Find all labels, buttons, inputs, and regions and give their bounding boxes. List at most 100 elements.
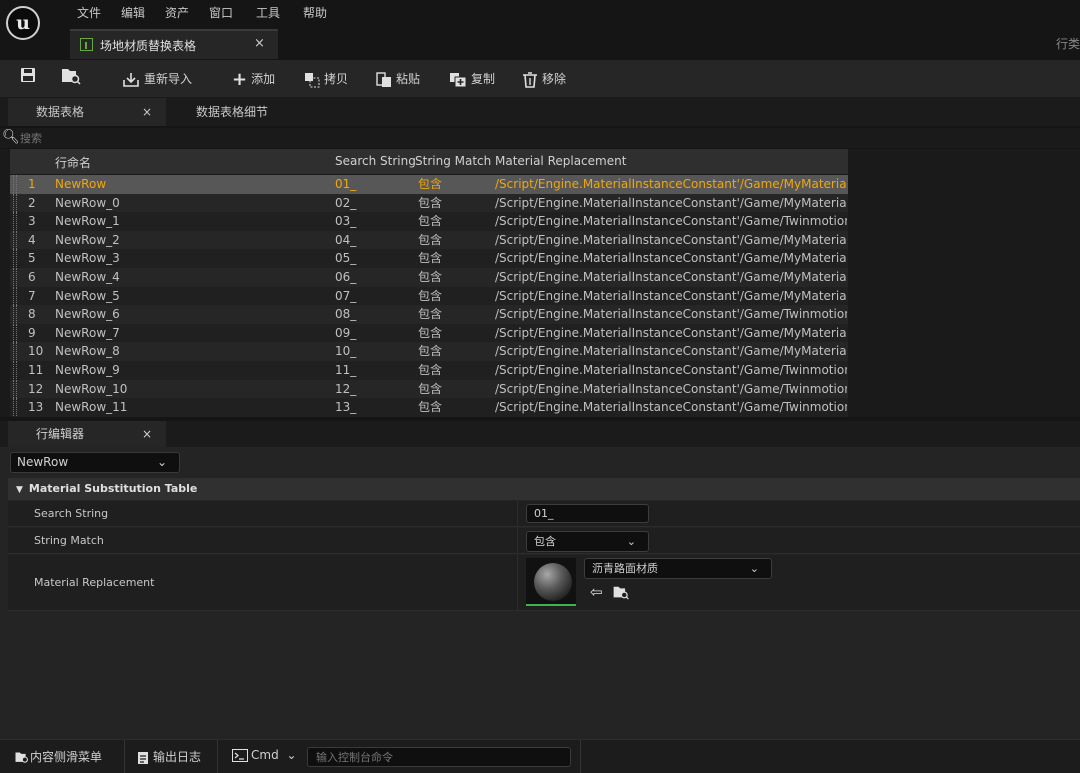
search-string-cell: 12_	[335, 381, 357, 396]
document-tab-label: 场地材质替换表格	[100, 39, 197, 53]
material-asset-picker[interactable]: 沥青路面材质 ⌄	[584, 558, 772, 579]
material-thumbnail[interactable]	[526, 558, 576, 606]
drag-handle-icon[interactable]	[13, 379, 17, 398]
table-row[interactable]: 12 NewRow_10 12_ 包含/Script/Engine.MaterialI…	[10, 379, 848, 399]
drag-handle-icon[interactable]	[13, 323, 17, 342]
col-string-match[interactable]: String Match	[415, 154, 491, 168]
paste-button[interactable]: 粘贴	[376, 68, 420, 90]
drag-handle-icon[interactable]	[13, 342, 17, 361]
divider	[580, 740, 581, 773]
table-row[interactable]: 13 NewRow_11 13_ 包含/Script/Engine.MaterialI…	[10, 398, 848, 417]
content-drawer-label: 内容侧滑菜单	[30, 750, 103, 764]
material-cell: /Script/Engine.MaterialInstanceConstant'…	[495, 195, 847, 210]
copy-button[interactable]: 拷贝	[304, 68, 348, 90]
add-button[interactable]: + 添加	[232, 68, 275, 90]
copy-label: 拷贝	[324, 72, 349, 86]
drag-handle-icon[interactable]	[13, 361, 17, 379]
row-name-cell: NewRow_4	[55, 270, 120, 284]
unreal-logo-icon[interactable]: u	[6, 6, 40, 40]
string-match-label: String Match	[34, 534, 104, 547]
duplicate-button[interactable]: 复制	[449, 68, 495, 90]
table-row[interactable]: 2 NewRow_0 02_ 包含/Script/Engine.MaterialIns…	[10, 193, 848, 213]
title-bar: u 文件 编辑 资产 窗口 工具 帮助 场地材质替换表格 × 行类	[0, 0, 1080, 60]
material-cell: /Script/Engine.MaterialInstanceConstant'…	[495, 344, 847, 359]
tab-data-table-details[interactable]: 数据表格细节	[168, 98, 298, 126]
browse-folder-icon[interactable]	[612, 585, 630, 600]
material-cell: /Script/Engine.MaterialInstanceConstant'…	[495, 232, 847, 247]
tab-data-table[interactable]: 数据表格 ×	[8, 98, 166, 126]
drag-handle-icon[interactable]	[13, 175, 17, 193]
close-icon[interactable]: ×	[142, 421, 152, 447]
row-number: 6	[28, 270, 36, 284]
reimport-label: 重新导入	[144, 72, 193, 86]
data-table-icon	[80, 38, 93, 51]
string-match-cell: 包含	[418, 177, 443, 191]
browse-asset-button[interactable]	[60, 67, 82, 89]
row-name-cell: NewRow_8	[55, 344, 120, 359]
menu-window[interactable]: 窗口	[209, 4, 233, 21]
drag-handle-icon[interactable]	[13, 286, 17, 305]
duplicate-label: 复制	[471, 72, 496, 86]
table-row[interactable]: 5 NewRow_3 05_ 包含/Script/Engine.MaterialIns…	[10, 249, 848, 268]
reimport-button[interactable]: 重新导入	[122, 68, 192, 90]
menu-edit[interactable]: 编辑	[121, 4, 145, 21]
section-header[interactable]: ▼ Material Substitution Table	[8, 478, 1080, 500]
tab-row-editor[interactable]: 行编辑器 ×	[8, 421, 166, 447]
chevron-down-icon: ⌄	[156, 455, 167, 469]
output-log-button[interactable]: 输出日志	[137, 748, 201, 765]
trash-icon	[523, 71, 537, 88]
search-string-cell: 05_	[335, 251, 357, 266]
close-icon[interactable]: ×	[254, 36, 265, 51]
copy-icon	[305, 72, 320, 87]
table-row[interactable]: 6 NewRow_4 06_ 包含/Script/Engine.MaterialIns…	[10, 268, 848, 287]
cmd-selector[interactable]: Cmd ⌄	[232, 748, 297, 762]
row-select-dropdown[interactable]: NewRow ⌄	[10, 452, 180, 473]
search-string-cell: 07_	[335, 288, 357, 303]
search-input[interactable]	[20, 130, 620, 146]
row-editor-tabs: 行编辑器 ×	[0, 421, 1080, 447]
table-row[interactable]: 1 NewRow 01_ 包含/Script/Engine.MaterialInsta…	[10, 175, 848, 194]
console-command-input[interactable]	[307, 747, 571, 767]
col-row-name[interactable]: 行命名	[55, 154, 91, 171]
drag-handle-icon[interactable]	[13, 193, 17, 212]
drag-handle-icon[interactable]	[13, 398, 17, 417]
row-name-cell: NewRow_10	[55, 381, 128, 396]
table-row[interactable]: 11 NewRow_9 11_ 包含/Script/Engine.MaterialIn…	[10, 361, 848, 380]
menu-help[interactable]: 帮助	[303, 4, 327, 21]
table-row[interactable]: 9 NewRow_7 09_ 包含/Script/Engine.MaterialIns…	[10, 323, 848, 343]
document-tab[interactable]: 场地材质替换表格 ×	[70, 29, 278, 59]
col-material-replacement[interactable]: Material Replacement	[495, 154, 626, 168]
menu-file[interactable]: 文件	[77, 4, 101, 21]
table-row[interactable]: 8 NewRow_6 08_ 包含/Script/Engine.MaterialIns…	[10, 305, 848, 324]
row-select-value: NewRow	[17, 455, 69, 469]
string-match-dropdown[interactable]: 包含 ⌄	[526, 531, 649, 552]
table-row[interactable]: 3 NewRow_1 03_ 包含/Script/Engine.MaterialIns…	[10, 212, 848, 231]
drag-handle-icon[interactable]	[13, 249, 17, 268]
drag-handle-icon[interactable]	[13, 230, 17, 249]
table-row[interactable]: 7 NewRow_5 07_ 包含/Script/Engine.MaterialIns…	[10, 286, 848, 306]
use-selected-icon[interactable]: ⇦	[590, 583, 603, 601]
remove-button[interactable]: 移除	[522, 68, 566, 90]
column-divider	[517, 501, 518, 526]
string-match-cell: 包含	[418, 232, 443, 247]
menu-asset[interactable]: 资产	[165, 4, 189, 21]
property-row-search-string: Search String 01_	[8, 501, 1080, 527]
content-drawer-button[interactable]: 内容侧滑菜单	[14, 748, 102, 765]
search-string-input[interactable]: 01_	[526, 504, 649, 523]
collapse-triangle-icon: ▼	[16, 485, 23, 495]
table-row[interactable]: 4 NewRow_2 04_ 包含/Script/Engine.MaterialIns…	[10, 230, 848, 250]
drag-handle-icon[interactable]	[13, 268, 17, 286]
save-button[interactable]	[20, 67, 36, 89]
duplicate-icon	[450, 72, 467, 87]
search-bar: 🔍︎	[0, 128, 1080, 148]
row-number: 7	[28, 288, 36, 303]
table-row[interactable]: 10 NewRow_8 10_ 包含/Script/Engine.MaterialIn…	[10, 342, 848, 361]
drag-handle-icon[interactable]	[13, 305, 17, 324]
menu-tools[interactable]: 工具	[256, 4, 280, 21]
drag-handle-icon[interactable]	[13, 212, 17, 231]
close-icon[interactable]: ×	[142, 98, 152, 126]
search-string-cell: 06_	[335, 270, 357, 284]
col-search-string[interactable]: Search String	[335, 154, 416, 168]
output-log-icon	[138, 751, 148, 764]
row-editor-panel: NewRow ⌄ ▼ Material Substitution Table Se…	[0, 447, 1080, 739]
